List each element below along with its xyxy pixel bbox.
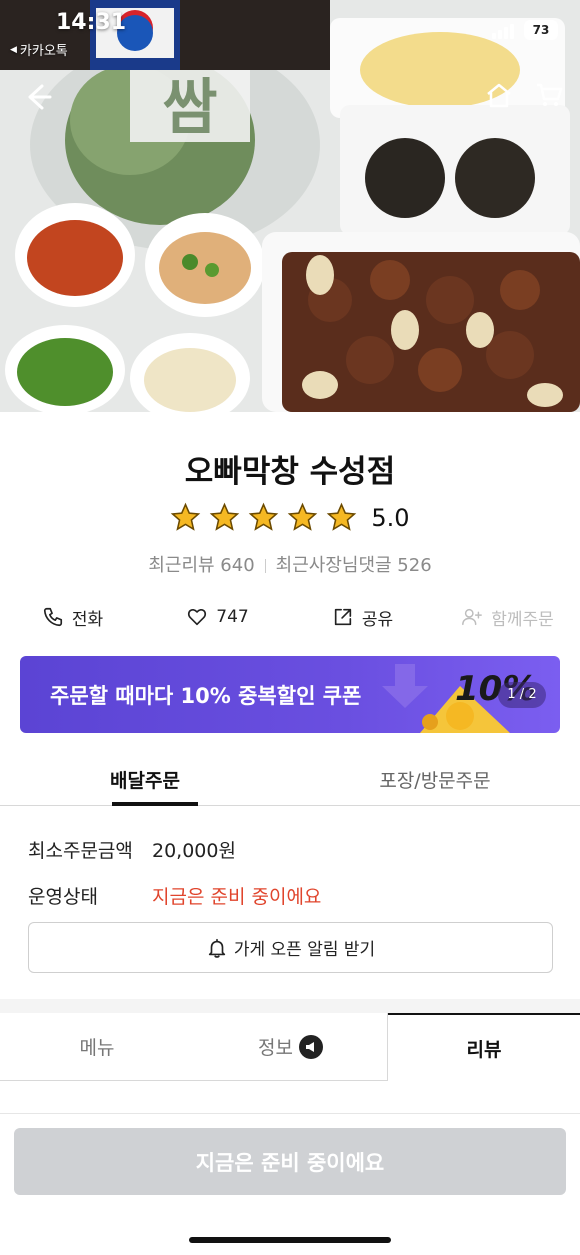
rating-row: 5.0 — [0, 502, 580, 533]
heart-icon — [188, 608, 207, 626]
back-arrow-icon[interactable] — [20, 80, 54, 114]
home-icon[interactable] — [484, 80, 514, 110]
coupon-text: 주문할 때마다 10% 중복할인 쿠폰 — [50, 684, 362, 708]
star-icon — [327, 502, 357, 531]
tab-review[interactable]: 리뷰 — [388, 1013, 580, 1081]
owner-reply-count[interactable]: 최근사장님댓글 526 — [276, 555, 432, 576]
open-notification-button[interactable]: 가게 오픈 알림 받기 — [28, 922, 553, 973]
tab-menu[interactable]: 메뉴 — [0, 1013, 194, 1081]
photo-sign-text: 쌈 — [162, 73, 217, 143]
content-tabs: 메뉴 정보 리뷰 — [0, 1013, 580, 1081]
share-icon — [334, 608, 352, 626]
store-actions: 전화 747 공유 함께주문 — [0, 600, 580, 634]
store-name: 오빠막창 수성점 — [184, 454, 396, 490]
operation-status-value: 지금은 준비 중이에요 — [152, 885, 322, 908]
phone-icon — [43, 607, 62, 627]
call-button[interactable]: 전화 — [0, 600, 145, 634]
rating-value: 5.0 — [371, 503, 410, 532]
store-hero-photo: 쌈 14:31 ◀ 카카오톡 73 — [0, 0, 580, 412]
tab-delivery[interactable]: 배달주문 — [0, 756, 290, 806]
status-bar: 14:31 ◀ 카카오톡 73 — [0, 0, 580, 60]
group-order-label: 함께주문 — [491, 609, 554, 630]
cart-icon[interactable] — [534, 80, 564, 110]
order-type-tabs: 배달주문 포장/방문주문 — [0, 756, 580, 806]
like-count: 747 — [216, 607, 249, 627]
home-indicator — [189, 1237, 391, 1243]
return-app-name: 카카오톡 — [19, 44, 68, 59]
tab-pickup[interactable]: 포장/방문주문 — [290, 756, 580, 805]
like-button[interactable]: 747 — [145, 600, 290, 634]
section-divider — [0, 999, 580, 1013]
min-order-row: 최소주문금액 20,000원 — [28, 836, 568, 862]
tab-info-label: 정보 — [258, 1037, 293, 1059]
share-button[interactable]: 공유 — [290, 600, 435, 634]
return-to-app-link[interactable]: ◀ 카카오톡 — [10, 40, 68, 59]
recent-review-count[interactable]: 최근리뷰 640 — [148, 555, 254, 576]
bell-icon — [208, 938, 225, 958]
signal-icon — [492, 24, 514, 39]
coupon-banner[interactable]: 주문할 때마다 10% 중복할인 쿠폰 10% 1 / 2 — [20, 656, 560, 733]
tab-review-label: 리뷰 — [466, 1038, 502, 1061]
review-counts: 최근리뷰 640 최근사장님댓글 526 — [0, 551, 580, 577]
food-photo-illustration: 쌈 — [0, 0, 580, 412]
divider — [264, 559, 266, 573]
star-icon — [249, 502, 279, 531]
share-label: 공유 — [361, 609, 394, 630]
megaphone-icon — [298, 1034, 323, 1059]
status-time: 14:31 — [56, 10, 127, 35]
star-icon — [171, 502, 201, 531]
tab-menu-label: 메뉴 — [79, 1037, 115, 1059]
star-icon — [210, 502, 240, 531]
group-order-button[interactable]: 함께주문 — [435, 600, 580, 634]
coupon-page-indicator: 1 / 2 — [498, 682, 546, 708]
operation-status-label: 운영상태 — [28, 885, 98, 908]
add-person-icon — [462, 608, 483, 626]
open-notification-label: 가게 오픈 알림 받기 — [233, 940, 376, 960]
star-icon — [288, 502, 318, 531]
tab-info[interactable]: 정보 — [194, 1013, 388, 1081]
store-order-info: 최소주문금액 20,000원 운영상태 지금은 준비 중이에요 — [28, 836, 568, 928]
battery-icon: 73 — [524, 20, 558, 40]
bottom-divider — [0, 1113, 580, 1114]
min-order-value: 20,000원 — [152, 839, 236, 862]
back-triangle-icon: ◀ — [10, 44, 17, 55]
operation-status-row: 운영상태 지금은 준비 중이에요 — [28, 882, 568, 908]
call-label: 전화 — [71, 609, 104, 630]
min-order-label: 최소주문금액 — [28, 839, 133, 862]
order-button-disabled[interactable]: 지금은 준비 중이에요 — [14, 1128, 566, 1195]
